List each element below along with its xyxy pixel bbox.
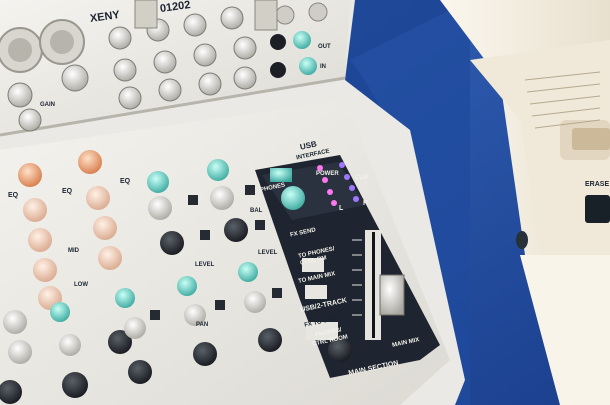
eq-label: EQ	[8, 192, 19, 199]
mixer-photo	[0, 0, 610, 405]
mid-label: MID	[68, 248, 79, 254]
power-label: POWER	[316, 171, 339, 177]
r-label: R	[363, 200, 369, 207]
clip-label: CLIP	[355, 175, 369, 181]
eq-label-2: EQ	[62, 188, 73, 195]
erase-label: ERASE	[585, 181, 610, 188]
level-label: LEVEL	[195, 262, 215, 268]
low-label: LOW	[74, 282, 88, 288]
l-label: L	[339, 205, 344, 212]
out-label: OUT	[318, 44, 331, 50]
eq-label-3: EQ	[120, 178, 131, 185]
level-label-2: LEVEL	[258, 250, 278, 256]
bal-label: BAL	[250, 208, 263, 214]
in-label: IN	[320, 64, 326, 70]
pan-label: PAN	[196, 322, 209, 328]
gain-label: GAIN	[40, 102, 55, 108]
